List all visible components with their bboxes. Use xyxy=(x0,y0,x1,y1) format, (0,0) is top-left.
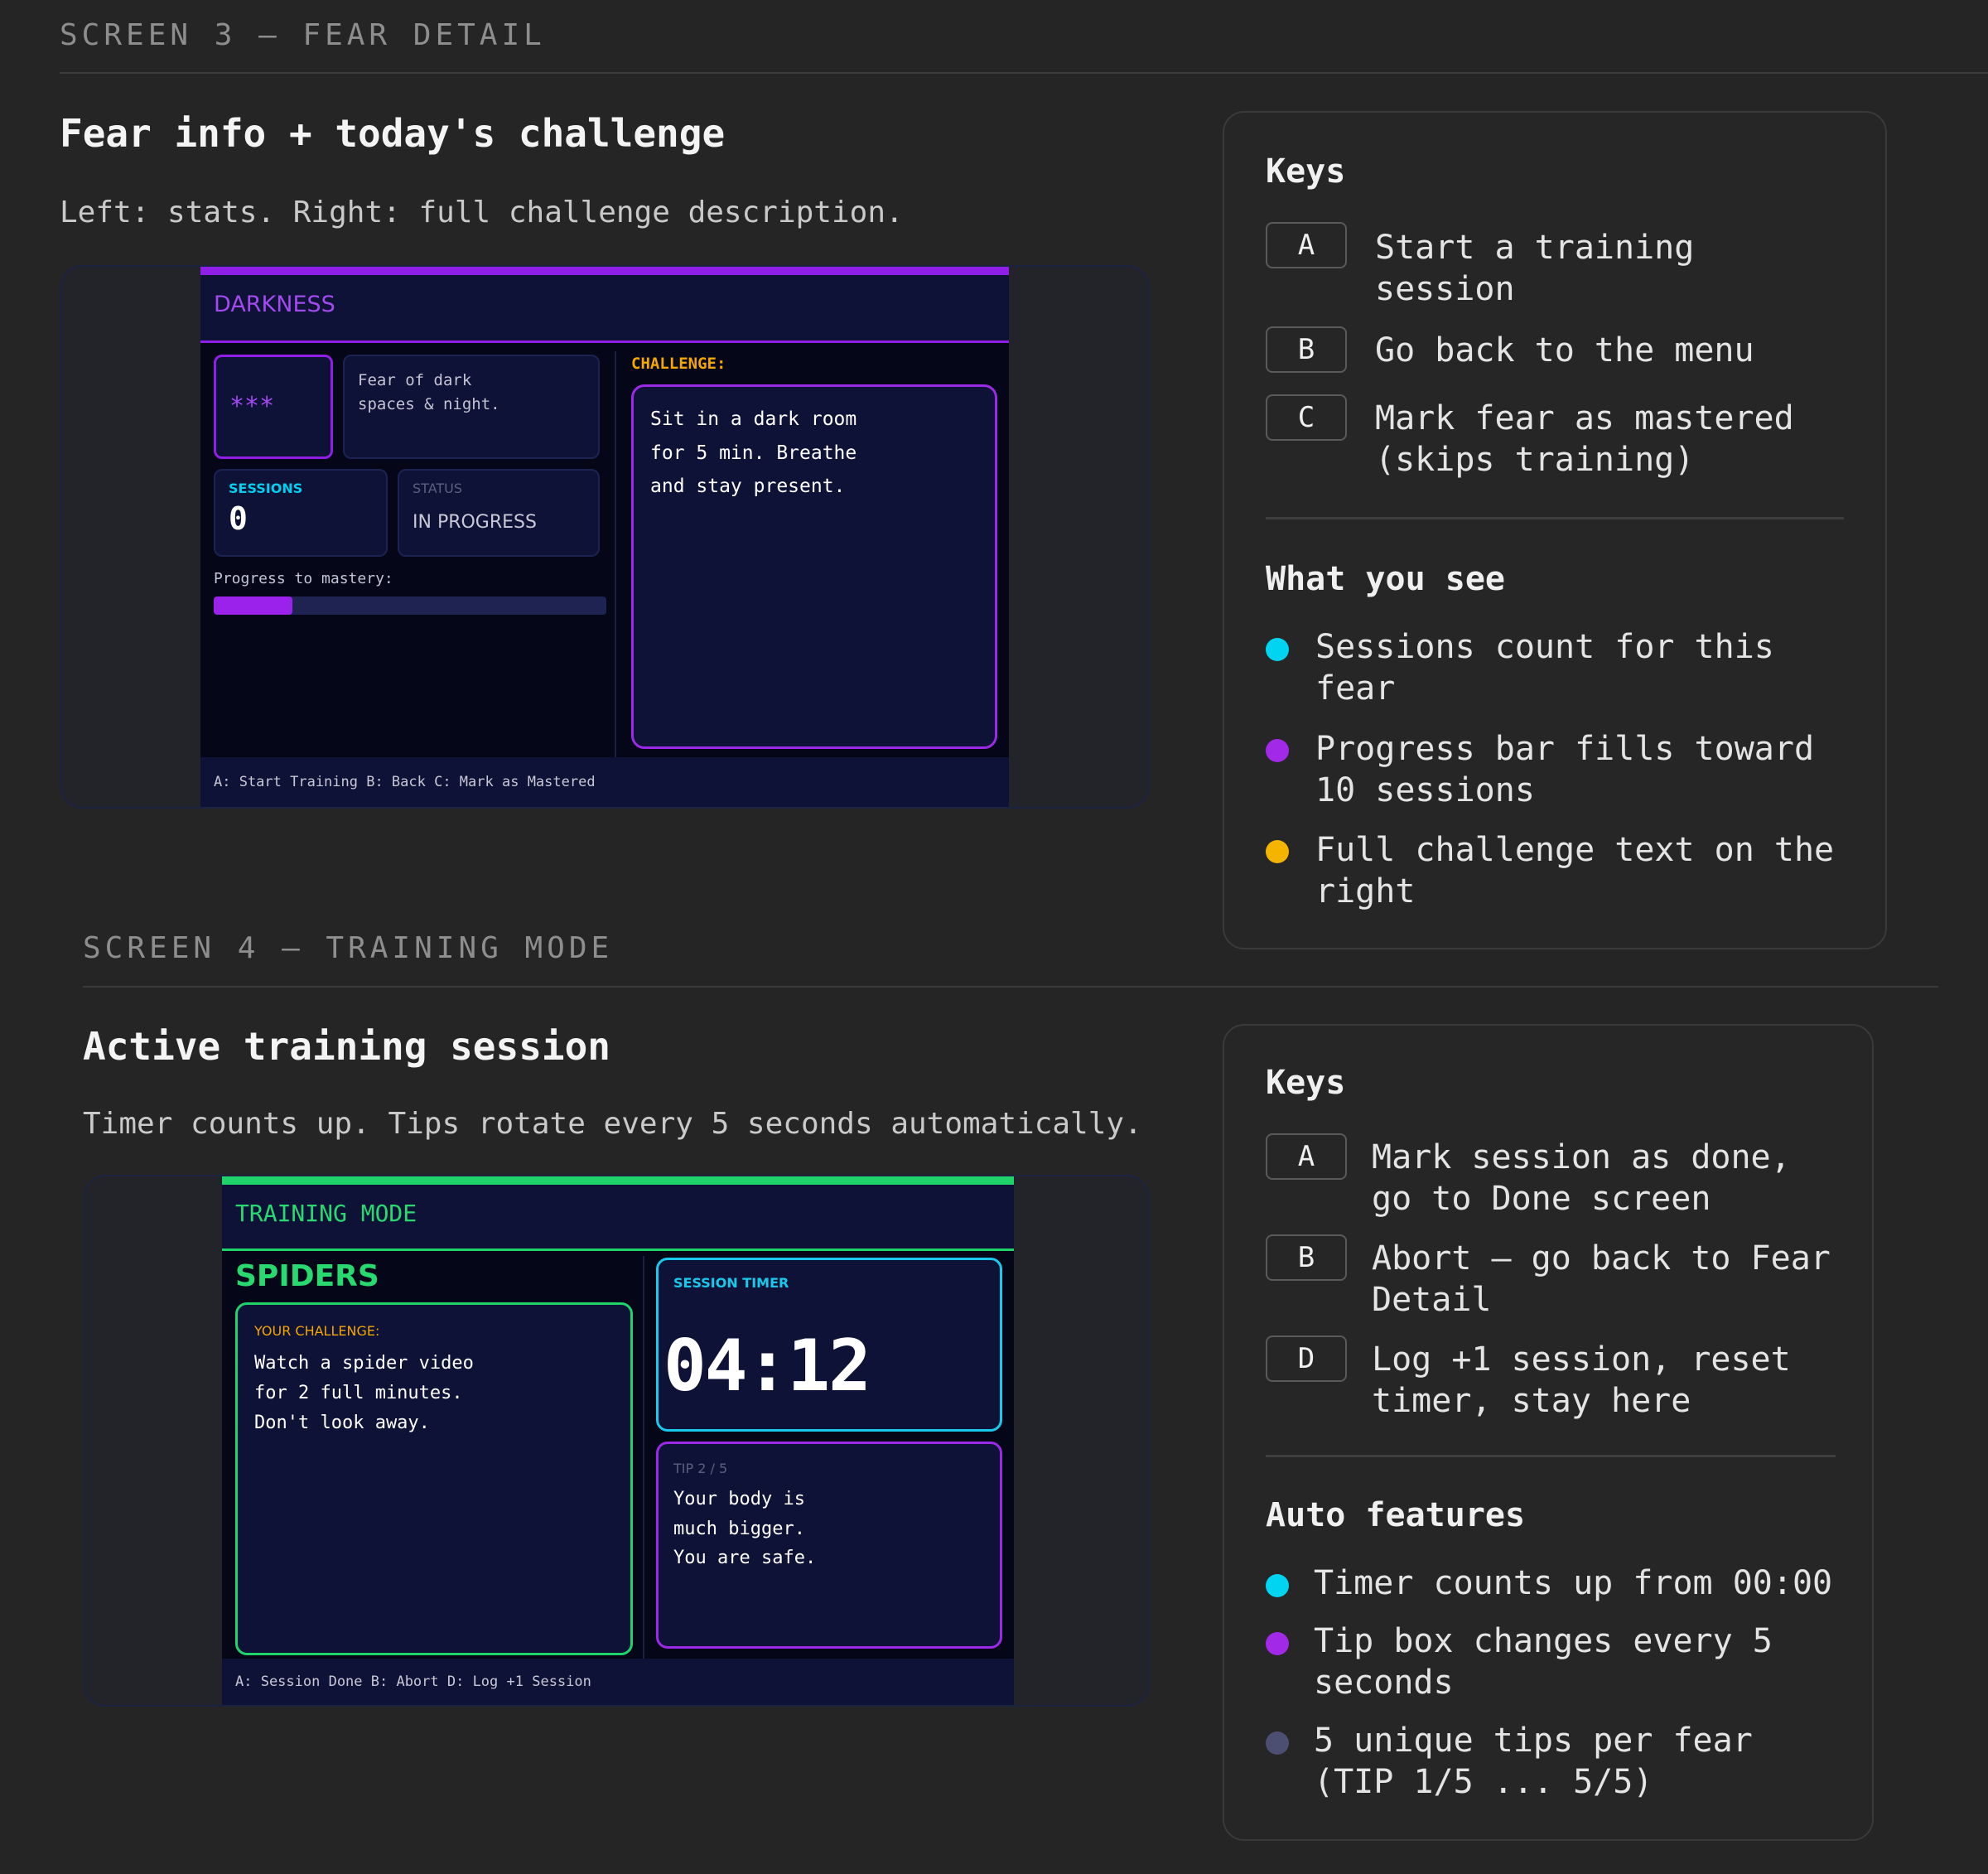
key-badge-b: B xyxy=(1266,326,1347,373)
section-label-screen3: SCREEN 3 — FEAR DETAIL xyxy=(60,18,546,52)
bullet-unique-tips: 5 unique tips per fear (TIP 1/5 ... 5/5) xyxy=(1314,1722,1753,1801)
keys-heading: Keys xyxy=(1266,152,1346,191)
fear-detail-screen: DARKNESS *** Fear of dark spaces & night… xyxy=(200,267,1009,807)
fear-description-box: Fear of dark spaces & night. xyxy=(343,355,600,459)
bullet-dot-cyan xyxy=(1266,1574,1289,1597)
challenge-box: Sit in a dark room for 5 min. Breathe an… xyxy=(631,384,997,749)
screen4-keys-panel: Keys A Mark session as done, go to Done s… xyxy=(1223,1024,1874,1841)
what-you-see-heading: What you see xyxy=(1266,560,1505,598)
accent-bar xyxy=(222,1176,1014,1185)
timer-label: SESSION TIMER xyxy=(673,1275,789,1291)
section-rule xyxy=(60,72,1988,74)
tip-label: TIP 2 / 5 xyxy=(673,1461,728,1476)
screen4-description: Timer counts up. Tips rotate every 5 sec… xyxy=(83,1107,1142,1141)
column-divider xyxy=(643,1256,644,1659)
fear-desc-line2: spaces & night. xyxy=(358,395,500,413)
sessions-value: 0 xyxy=(229,500,248,537)
challenge-line3: Don't look away. xyxy=(254,1413,430,1433)
bullet-dot-slate xyxy=(1266,1732,1289,1755)
session-timer-box: SESSION TIMER 04:12 xyxy=(656,1258,1002,1432)
key-desc-c: Mark fear as mastered (skips training) xyxy=(1375,399,1794,479)
keys-heading: Keys xyxy=(1266,1064,1346,1102)
challenge-line2: for 2 full minutes. xyxy=(254,1383,463,1403)
key-badge-d: D xyxy=(1266,1335,1347,1382)
key-badge-b: B xyxy=(1266,1234,1347,1281)
footer-keys: A: Start Training B: Back C: Mark as Mas… xyxy=(214,774,596,790)
key-desc-b: Go back to the menu xyxy=(1375,331,1754,369)
bullet-challenge: Full challenge text on the right xyxy=(1315,831,1835,910)
challenge-label: CHALLENGE: xyxy=(631,355,726,373)
accent-bar xyxy=(200,267,1009,275)
difficulty-box: *** xyxy=(214,355,333,459)
auto-features-heading: Auto features xyxy=(1266,1496,1526,1534)
panel-divider xyxy=(1266,1455,1836,1457)
bullet-dot-yellow xyxy=(1266,840,1289,863)
tip-line1: Your body is xyxy=(673,1489,805,1509)
fear-desc-line1: Fear of dark xyxy=(358,371,472,389)
bullet-dot-purple xyxy=(1266,1632,1289,1655)
timer-value: 04:12 xyxy=(663,1325,871,1408)
key-desc-a: Start a training session xyxy=(1375,229,1695,308)
screen3-title: Fear info + today's challenge xyxy=(60,111,726,156)
mode-title: TRAINING MODE xyxy=(235,1200,417,1227)
fear-name: DARKNESS xyxy=(214,292,335,317)
fear-name: SPIDERS xyxy=(235,1259,379,1293)
challenge-line3: and stay present. xyxy=(650,476,846,497)
tip-line2: much bigger. xyxy=(673,1519,805,1539)
screen3-keys-panel: Keys A Start a training session B Go back… xyxy=(1223,111,1887,949)
challenge-line2: for 5 min. Breathe xyxy=(650,442,857,464)
status-value: IN PROGRESS xyxy=(413,512,537,533)
key-desc-b: Abort — go back to Fear Detail xyxy=(1372,1239,1831,1319)
progress-label: Progress to mastery: xyxy=(214,570,393,587)
tip-line3: You are safe. xyxy=(673,1548,817,1568)
sessions-label: SESSIONS xyxy=(229,481,303,496)
column-divider xyxy=(615,351,616,757)
status-box: STATUS IN PROGRESS xyxy=(398,469,600,557)
key-badge-a: A xyxy=(1266,222,1347,268)
progress-bar-fill xyxy=(214,596,292,615)
key-desc-a: Mark session as done, go to Done screen xyxy=(1372,1138,1791,1218)
screen3-description: Left: stats. Right: full challenge descr… xyxy=(60,196,904,229)
challenge-line1: Sit in a dark room xyxy=(650,408,857,430)
panel-divider xyxy=(1266,517,1844,519)
bullet-dot-purple xyxy=(1266,739,1289,762)
screen-header: TRAINING MODE xyxy=(222,1185,1014,1251)
key-desc-d: Log +1 session, reset timer, stay here xyxy=(1372,1340,1791,1420)
challenge-line1: Watch a spider video xyxy=(254,1353,474,1374)
section-label-screen4: SCREEN 4 — TRAINING MODE xyxy=(83,931,614,965)
bullet-progress: Progress bar fills toward 10 sessions xyxy=(1315,730,1815,809)
status-label: STATUS xyxy=(413,481,463,496)
bullet-sessions: Sessions count for this fear xyxy=(1315,628,1774,708)
bullet-timer: Timer counts up from 00:00 xyxy=(1314,1564,1833,1602)
challenge-label: YOUR CHALLENGE: xyxy=(254,1323,380,1339)
key-badge-c: C xyxy=(1266,394,1347,441)
footer-keys: A: Session Done B: Abort D: Log +1 Sessi… xyxy=(235,1674,591,1690)
training-mode-preview: TRAINING MODE SPIDERS YOUR CHALLENGE: Wa… xyxy=(83,1175,1150,1707)
progress-bar xyxy=(214,596,606,615)
fear-detail-preview: DARKNESS *** Fear of dark spaces & night… xyxy=(60,265,1150,809)
screen-footer: A: Start Training B: Back C: Mark as Mas… xyxy=(200,757,1009,807)
screen-header: DARKNESS xyxy=(200,275,1009,343)
sessions-box: SESSIONS 0 xyxy=(214,469,388,557)
bullet-tip-box: Tip box changes every 5 seconds xyxy=(1314,1622,1773,1702)
bullet-dot-cyan xyxy=(1266,638,1289,661)
screen-footer: A: Session Done B: Abort D: Log +1 Sessi… xyxy=(222,1659,1014,1705)
key-badge-a: A xyxy=(1266,1133,1347,1180)
screen4-title: Active training session xyxy=(83,1024,610,1069)
training-mode-screen: TRAINING MODE SPIDERS YOUR CHALLENGE: Wa… xyxy=(222,1176,1014,1705)
tip-box: TIP 2 / 5 Your body is much bigger. You … xyxy=(656,1442,1002,1649)
difficulty-stars: *** xyxy=(229,392,275,421)
section-rule xyxy=(83,986,1938,988)
challenge-box: YOUR CHALLENGE: Watch a spider video for… xyxy=(235,1302,633,1655)
